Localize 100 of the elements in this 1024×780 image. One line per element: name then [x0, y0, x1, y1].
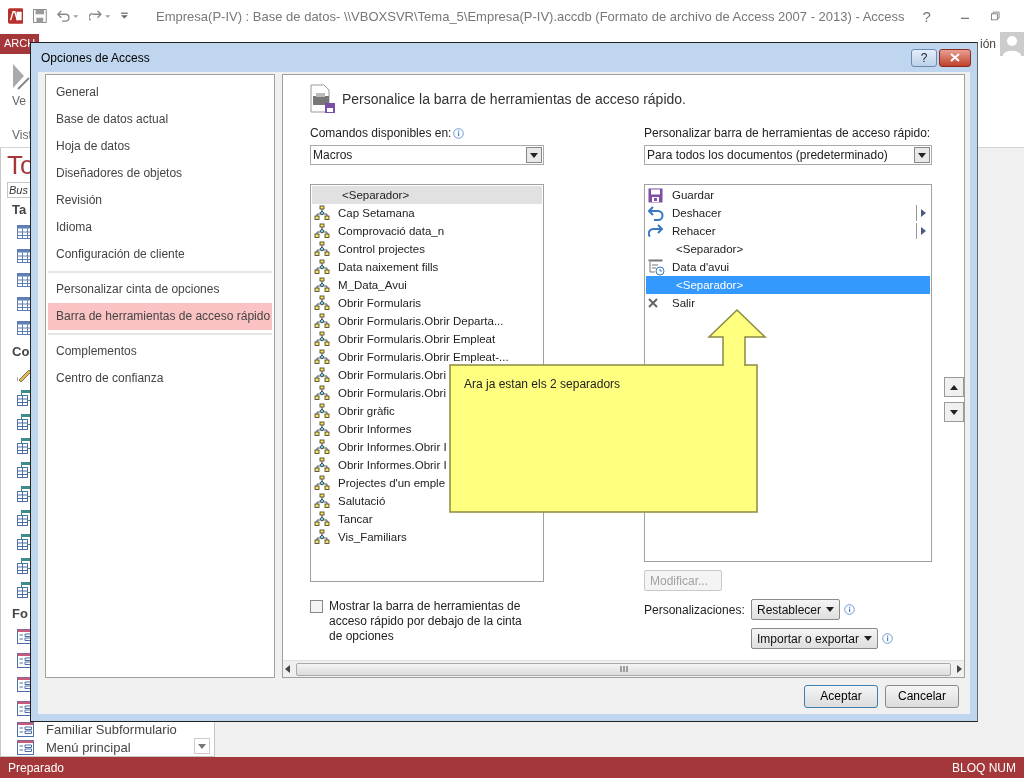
- command-item[interactable]: Control projectes: [312, 240, 425, 258]
- command-item[interactable]: Obrir Formularis.Obri: [312, 366, 446, 384]
- macro-icon: [314, 439, 330, 455]
- horizontal-scrollbar[interactable]: [283, 660, 964, 677]
- category-item[interactable]: Configuración de cliente: [48, 241, 272, 268]
- save-icon: [648, 187, 663, 203]
- scroll-thumb[interactable]: [296, 662, 951, 676]
- caret-icon: [530, 152, 538, 158]
- category-item[interactable]: Base de datos actual: [48, 106, 272, 133]
- macro-icon: [314, 385, 330, 401]
- caret-icon: [826, 607, 835, 612]
- macro-icon: [314, 367, 330, 383]
- customizations-label: Personalizaciones:: [644, 602, 746, 617]
- group-header[interactable]: Co: [12, 342, 30, 362]
- submenu-arrow-icon: [921, 209, 926, 217]
- account-link[interactable]: ión: [980, 37, 996, 51]
- close-button[interactable]: [939, 48, 971, 67]
- restore-icon[interactable]: [991, 11, 1000, 21]
- view-button-label[interactable]: Ve: [12, 94, 26, 108]
- command-item[interactable]: M_Data_Avui: [312, 276, 407, 294]
- num-lock-indicator: BLOQ NUM: [952, 760, 1016, 775]
- command-item[interactable]: Projectes d'un emple: [312, 474, 446, 492]
- up-arrow-icon: [950, 384, 958, 390]
- toolbar-item[interactable]: Salir: [646, 294, 930, 312]
- callout-arrow: [707, 308, 767, 368]
- app-logo-icon[interactable]: [8, 7, 24, 25]
- macro-icon: [314, 403, 330, 419]
- category-item[interactable]: General: [48, 79, 272, 106]
- command-item[interactable]: Data naixement fills: [312, 258, 439, 276]
- category-item[interactable]: Barra de herramientas de acceso rápido: [48, 303, 272, 330]
- category-item[interactable]: Hoja de datos: [48, 133, 272, 160]
- help-button[interactable]: ?: [914, 7, 939, 25]
- move-up-button[interactable]: [944, 377, 964, 397]
- scope-dropdown[interactable]: Para todos los documentos (predeterminado): [644, 145, 932, 165]
- scroll-down-button[interactable]: [194, 738, 210, 754]
- cancel-button[interactable]: Cancelar: [885, 684, 959, 708]
- ok-button[interactable]: Aceptar: [804, 684, 878, 708]
- macro-icon: [314, 295, 330, 311]
- commands-dropdown[interactable]: Macros: [310, 145, 544, 165]
- save-icon[interactable]: [33, 8, 47, 24]
- category-item[interactable]: Diseñadores de objetos: [48, 160, 272, 187]
- checkbox-label: Mostrar la barra de herramientas de acceso rápido por debajo de la cinta de opciones: [329, 599, 523, 644]
- macro-icon: [314, 511, 330, 527]
- command-item[interactable]: Tancar: [312, 510, 373, 528]
- command-item[interactable]: Salutació: [312, 492, 386, 510]
- window-title: Empresa(P-IV) : Base de datos- \\VBOXSVR\Tema_5\Empresa(P-IV).accdb (Formato de archivo de Access 2007 - 2013) - Access: [156, 8, 905, 24]
- customize-caret-icon[interactable]: [121, 12, 129, 20]
- help-button[interactable]: ?: [911, 48, 937, 67]
- scroll-right-icon[interactable]: [957, 665, 962, 673]
- macro-icon: [314, 493, 330, 509]
- macro-icon: [314, 241, 330, 257]
- command-item[interactable]: Obrir Formularis.Obrir Departa...: [312, 312, 504, 330]
- checkbox[interactable]: [310, 600, 323, 613]
- form-clock-icon: [648, 258, 665, 276]
- category-item[interactable]: Revisión: [48, 187, 272, 214]
- command-item[interactable]: Cap Setamana: [312, 204, 415, 222]
- macro-icon: [314, 205, 330, 221]
- toolbar-item[interactable]: Rehacer: [646, 222, 930, 240]
- move-down-button[interactable]: [944, 402, 964, 422]
- submenu-arrow-icon: [921, 227, 926, 235]
- nav-item[interactable]: Familiar Subformulario: [46, 721, 177, 737]
- category-item[interactable]: Idioma: [48, 214, 272, 241]
- command-item[interactable]: <Separador>: [312, 186, 542, 204]
- group-header[interactable]: Ta: [12, 200, 27, 220]
- macro-icon: [314, 475, 330, 491]
- category-item[interactable]: Personalizar cinta de opciones: [48, 276, 272, 303]
- macro-icon: [314, 331, 330, 347]
- group-header[interactable]: Fo: [12, 604, 28, 624]
- toolbar-item[interactable]: Guardar: [646, 186, 930, 204]
- macro-icon: [314, 349, 330, 365]
- scroll-left-icon[interactable]: [285, 665, 290, 673]
- command-item[interactable]: Obrir gràfic: [312, 402, 395, 420]
- nav-item[interactable]: Menú principal: [46, 739, 131, 755]
- import-export-button[interactable]: Importar o exportar: [751, 628, 879, 649]
- info-icon: [882, 633, 894, 644]
- view-icon[interactable]: [12, 62, 30, 90]
- redo-icon[interactable]: [89, 8, 112, 24]
- command-item[interactable]: Obrir Formularis: [312, 294, 422, 312]
- toolbar-item[interactable]: Deshacer: [646, 204, 930, 222]
- macro-icon: [314, 421, 330, 437]
- command-item[interactable]: Obrir Informes.Obrir I: [312, 438, 447, 456]
- category-item[interactable]: Centro de confianza: [48, 365, 272, 392]
- caret-icon: [198, 743, 206, 749]
- command-item[interactable]: Obrir Formularis.Obrir Empleat: [312, 330, 496, 348]
- undo-icon[interactable]: [56, 8, 80, 24]
- macro-icon: [314, 457, 330, 473]
- caret-icon: [950, 409, 958, 415]
- toolbar-item[interactable]: Data d'avui: [646, 258, 930, 276]
- reset-button[interactable]: Restablecer: [751, 599, 841, 620]
- command-item[interactable]: Vis_Familiars: [312, 528, 407, 546]
- undo-icon: [648, 205, 664, 221]
- macro-icon: [314, 277, 330, 293]
- category-item[interactable]: Complementos: [48, 338, 272, 365]
- command-item[interactable]: Obrir Informes.Obrir I: [312, 456, 447, 474]
- toolbar-item[interactable]: <Separador>: [646, 240, 930, 258]
- command-item[interactable]: Comprovació data_n: [312, 222, 445, 240]
- command-item[interactable]: Obrir Informes: [312, 420, 412, 438]
- macro-icon: [314, 259, 330, 275]
- command-item[interactable]: Obrir Formularis.Obrir Empleat-...: [312, 348, 509, 366]
- command-item[interactable]: Obrir Formularis.Obri: [312, 384, 446, 402]
